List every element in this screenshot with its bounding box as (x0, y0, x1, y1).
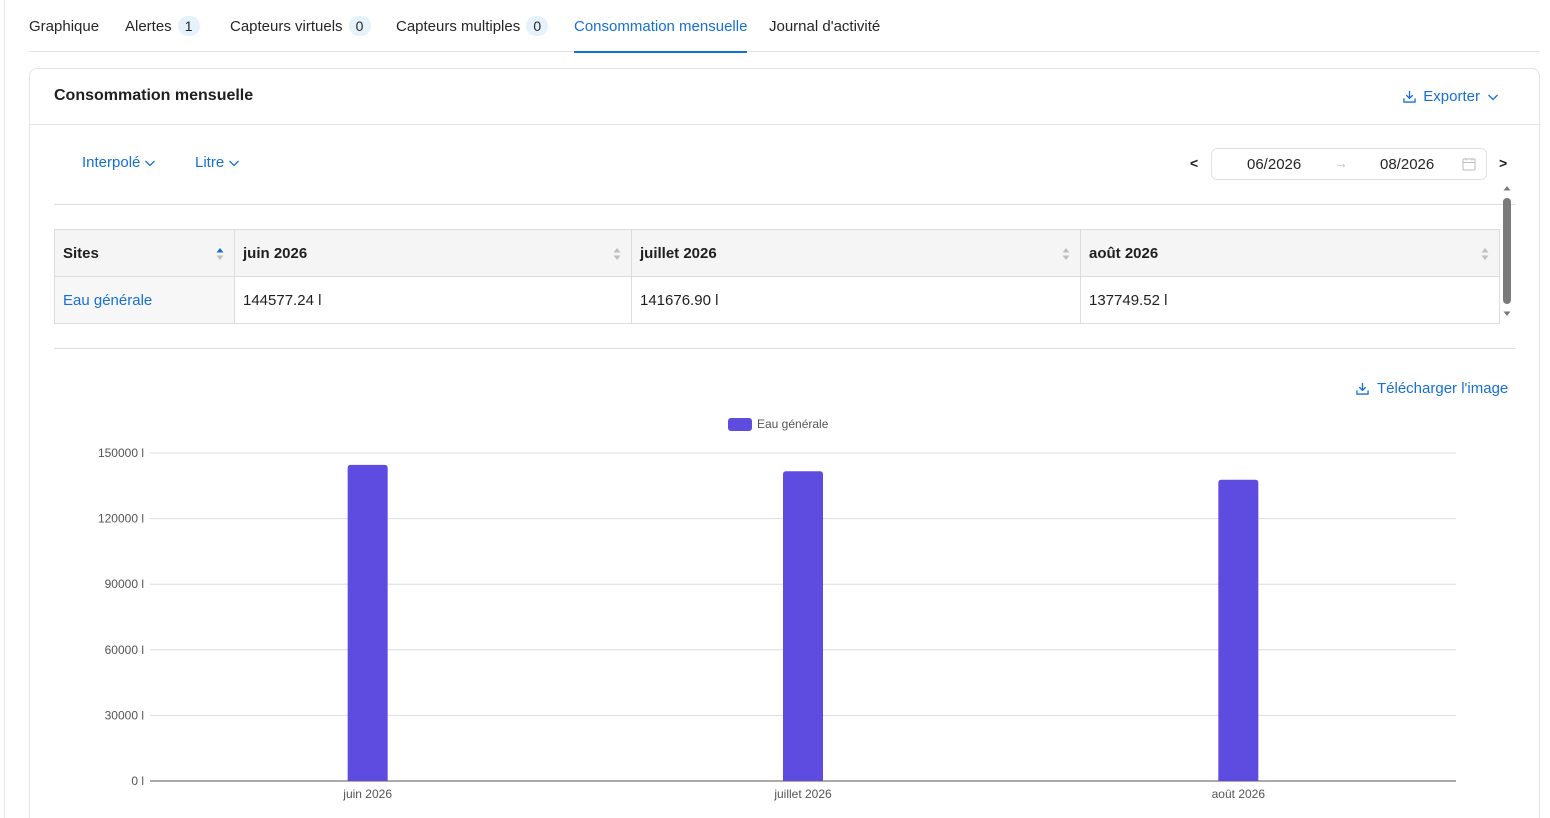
table-cell: 137749.52 l (1080, 276, 1500, 324)
tab-capteurs-multiples[interactable]: Capteurs multiples 0 (396, 0, 549, 52)
download-image-label: Télécharger l'image (1377, 380, 1509, 397)
chevron-down-icon (229, 160, 240, 166)
section-divider (54, 204, 1516, 205)
chevron-down-icon (145, 160, 156, 166)
monthly-consumption-chart: 0 l 30000 l 60000 l 90000 l 120000 l 150000 l… (98, 417, 1456, 801)
sort-icon[interactable] (613, 247, 621, 261)
count-badge: 0 (348, 16, 371, 36)
section-divider (54, 348, 1516, 349)
tab-bar: Graphique Alertes 1 Capteurs virtuels 0 … (29, 0, 1540, 53)
y-tick-label: 60000 l (105, 643, 144, 657)
range-start-input[interactable]: 06/2026 (1247, 156, 1301, 173)
export-label: Exporter (1423, 88, 1480, 105)
next-period-button[interactable]: > (1499, 155, 1507, 171)
legend-swatch[interactable] (728, 418, 752, 431)
legend-label[interactable]: Eau générale (757, 417, 829, 431)
card-header: Consommation mensuelle Exporter (30, 69, 1539, 125)
interpolation-value: Interpolé (82, 154, 141, 171)
scroll-down-icon[interactable] (1503, 310, 1511, 318)
download-icon (1403, 90, 1417, 103)
tab-label: Capteurs multiples (396, 17, 521, 35)
tab-label: Journal d'activité (769, 17, 881, 35)
tab-graphique[interactable]: Graphique (29, 0, 99, 52)
unit-dropdown[interactable]: Litre (195, 154, 240, 171)
tab-consommation-mensuelle[interactable]: Consommation mensuelle (574, 0, 748, 53)
interpolation-dropdown[interactable]: Interpolé (82, 154, 156, 171)
sort-icon[interactable] (1062, 247, 1070, 261)
tab-capteurs-virtuels[interactable]: Capteurs virtuels 0 (230, 0, 371, 52)
y-tick-label: 0 l (131, 774, 144, 788)
month-range-picker[interactable]: 06/2026 → 08/2026 (1211, 148, 1487, 180)
range-end-input[interactable]: 08/2026 (1380, 156, 1434, 173)
export-button[interactable]: Exporter (1403, 88, 1499, 105)
table-scrollbar[interactable] (1501, 184, 1513, 320)
x-tick-label: août 2026 (1212, 787, 1266, 801)
card-title: Consommation mensuelle (54, 87, 254, 104)
column-header-month[interactable]: juillet 2026 (631, 229, 1081, 277)
chevron-down-icon (1488, 94, 1498, 100)
y-tick-label: 150000 l (98, 446, 144, 460)
chart-bar[interactable] (347, 464, 388, 781)
site-link[interactable]: Eau générale (54, 276, 235, 324)
download-image-button[interactable]: Télécharger l'image (1356, 380, 1508, 397)
y-tick-label: 30000 l (105, 708, 144, 722)
count-badge: 1 (177, 16, 200, 36)
consumption-table: Sites juin 2026 juillet 2026 août 2026 E… (54, 229, 1500, 324)
x-tick-label: juillet 2026 (773, 787, 832, 801)
scroll-up-icon[interactable] (1503, 184, 1511, 192)
previous-period-button[interactable]: < (1190, 155, 1198, 171)
calendar-icon (1462, 158, 1476, 171)
tab-label: Graphique (29, 17, 100, 35)
chart-bar[interactable] (783, 471, 823, 781)
column-header-sites[interactable]: Sites (54, 229, 235, 277)
table-row: Eau générale 144577.24 l 141676.90 l 137… (54, 276, 1500, 324)
unit-value: Litre (195, 154, 225, 171)
column-header-month[interactable]: août 2026 (1080, 229, 1500, 277)
download-icon (1356, 382, 1369, 395)
tab-label: Capteurs virtuels (230, 17, 343, 35)
page-left-border (4, 0, 5, 818)
count-badge: 0 (526, 16, 549, 36)
table-header-row: Sites juin 2026 juillet 2026 août 2026 (54, 229, 1500, 277)
tab-alertes[interactable]: Alertes 1 (125, 0, 200, 52)
tab-label: Alertes (125, 17, 172, 35)
table-cell: 144577.24 l (234, 276, 632, 324)
table-cell: 141676.90 l (631, 276, 1081, 324)
y-tick-label: 120000 l (98, 512, 144, 526)
y-tick-label: 90000 l (105, 577, 144, 591)
tab-label: Consommation mensuelle (574, 17, 748, 35)
tab-journal-activite[interactable]: Journal d'activité (769, 0, 880, 52)
chart-bar[interactable] (1218, 479, 1259, 781)
range-separator: → (1334, 155, 1348, 171)
sort-ascending-icon[interactable] (216, 247, 224, 261)
sort-icon[interactable] (1481, 247, 1489, 261)
column-header-month[interactable]: juin 2026 (234, 229, 632, 277)
x-tick-label: juin 2026 (342, 787, 392, 801)
scrollbar-thumb[interactable] (1503, 198, 1511, 304)
